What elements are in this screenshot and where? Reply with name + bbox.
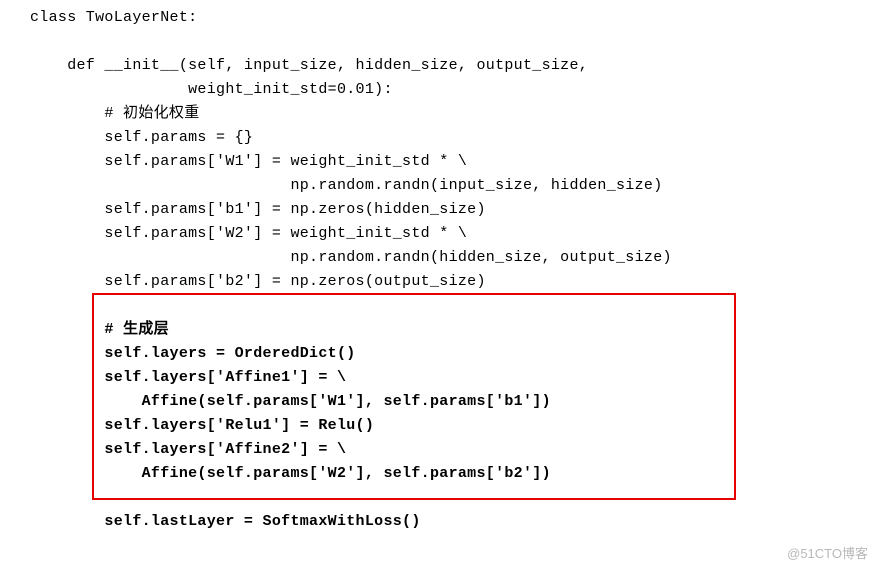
- code-line: self.params = {}: [30, 129, 253, 146]
- watermark: @51CTO博客: [787, 544, 868, 565]
- code-line: # 生成层: [30, 321, 169, 338]
- code-line: self.lastLayer = SoftmaxWithLoss(): [30, 513, 421, 530]
- code-line: weight_init_std=0.01):: [30, 81, 393, 98]
- code-line: np.random.randn(input_size, hidden_size): [30, 177, 663, 194]
- code-line: self.layers = OrderedDict(): [30, 345, 356, 362]
- code-line: self.params['b2'] = np.zeros(output_size…: [30, 273, 486, 290]
- code-line: self.layers['Relu1'] = Relu(): [30, 417, 374, 434]
- code-block: class TwoLayerNet: def __init__(self, in…: [30, 6, 878, 534]
- code-line: Affine(self.params['W2'], self.params['b…: [30, 465, 551, 482]
- code-line: Affine(self.params['W1'], self.params['b…: [30, 393, 551, 410]
- code-line: # 初始化权重: [30, 105, 200, 122]
- code-line: self.layers['Affine2'] = \: [30, 441, 346, 458]
- code-line: self.params['W1'] = weight_init_std * \: [30, 153, 467, 170]
- code-line: self.params['W2'] = weight_init_std * \: [30, 225, 467, 242]
- code-line: def __init__(self, input_size, hidden_si…: [30, 57, 588, 74]
- code-line: self.layers['Affine1'] = \: [30, 369, 346, 386]
- code-line: self.params['b1'] = np.zeros(hidden_size…: [30, 201, 486, 218]
- code-line: np.random.randn(hidden_size, output_size…: [30, 249, 672, 266]
- code-line: class TwoLayerNet:: [30, 9, 197, 26]
